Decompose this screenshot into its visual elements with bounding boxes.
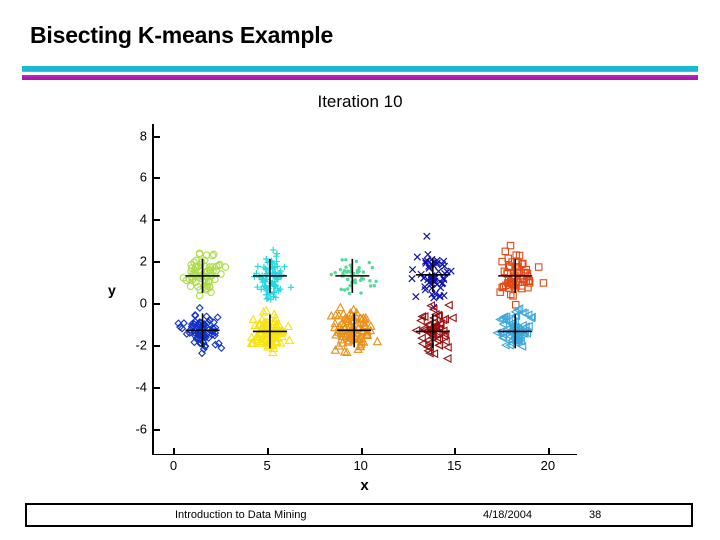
x-tick-label: 5: [263, 458, 271, 473]
y-tick-label: -4: [135, 379, 147, 395]
y-tick-label: 2: [139, 253, 147, 269]
divider-magenta-highlight: [22, 75, 698, 77]
x-tick-label: 20: [540, 458, 556, 473]
slide-footer: Introduction to Data Mining 4/18/2004 38: [25, 503, 693, 527]
y-tick-label: -6: [135, 421, 147, 437]
centroid-cross-marker: [498, 258, 533, 293]
footer-course-label: Introduction to Data Mining: [175, 509, 307, 521]
scatter-points-layer: [174, 232, 548, 363]
y-tick-label: 8: [139, 128, 147, 144]
y-tick-label: 0: [139, 295, 147, 311]
page-title: Bisecting K-means Example: [30, 22, 334, 48]
x-tick-label: 10: [353, 458, 368, 473]
footer-date-label: 4/18/2004: [483, 509, 532, 521]
plot-area: y x 8 6 4 2 0 -2 -4 -6 0 5 10 15 20: [108, 124, 577, 494]
y-axis-title: y: [108, 281, 116, 298]
chart-title: Iteration 10: [317, 92, 403, 111]
x-tick-label: 0: [169, 458, 178, 473]
title-divider: [22, 66, 698, 80]
y-tick-label: 4: [139, 211, 147, 227]
divider-cyan-highlight: [22, 71, 698, 72]
y-tick-label: -2: [135, 337, 147, 353]
cluster-3-cyan-plus: [251, 246, 295, 303]
scatter-figure: Iteration 10 y x 8 6 4 2 0 -2 -4 -6 0 5 10 15 20: [100, 88, 620, 494]
footer-page-number: 38: [589, 509, 602, 521]
x-tick-label: 15: [447, 458, 462, 473]
cluster-1-yellowgreen-circle: [179, 249, 230, 300]
y-tick-label: 6: [139, 169, 147, 185]
x-axis-title: x: [360, 477, 369, 494]
centroid-cross-marker: [335, 258, 370, 293]
slide-root: Bisecting K-means Example Iteration 10 y…: [0, 0, 720, 540]
cluster-7-navy-x: [408, 232, 455, 311]
